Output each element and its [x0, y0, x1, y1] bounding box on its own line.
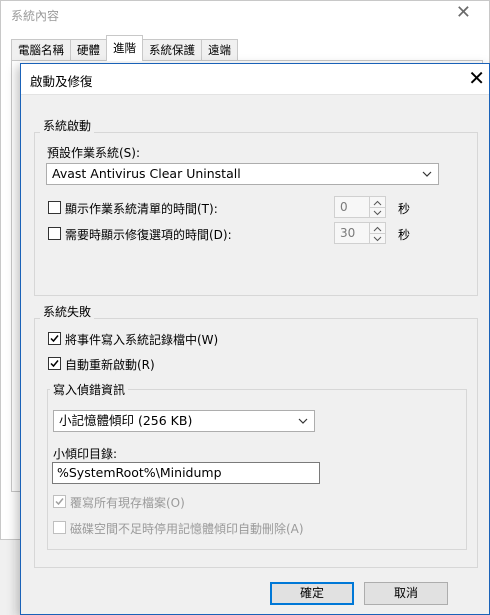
dump-dir-value: %SystemRoot%\Minidump: [57, 465, 222, 480]
spin-down-icon[interactable]: [370, 207, 385, 217]
tab-computer-name[interactable]: 電腦名稱: [11, 39, 71, 60]
show-os-list-label: 顯示作業系統清單的時間(T):: [65, 202, 218, 216]
close-icon[interactable]: ✕: [468, 67, 485, 89]
spin-down-icon[interactable]: [370, 233, 385, 243]
ok-button[interactable]: 確定: [270, 582, 354, 605]
disable-auto-delete-label: 磁碟空間不足時停用記憶體傾印自動刪除(A): [70, 522, 304, 536]
dump-dir-input[interactable]: %SystemRoot%\Minidump: [52, 462, 320, 484]
auto-restart-checkbox[interactable]: [48, 357, 61, 370]
write-event-label: 將事件寫入系統記錄檔中(W): [65, 333, 219, 347]
show-os-list-seconds-value: 0: [340, 200, 348, 214]
dialog-title: 啟動及修復: [30, 74, 93, 89]
chevron-down-icon: [420, 164, 434, 184]
show-os-list-seconds-spinner[interactable]: 0: [334, 196, 386, 218]
default-os-select[interactable]: Avast Antivirus Clear Uninstall: [46, 163, 439, 185]
checkmark-icon: [55, 498, 64, 506]
cancel-button[interactable]: 取消: [364, 582, 448, 605]
seconds-unit-label: 秒: [398, 228, 411, 242]
show-os-list-checkbox[interactable]: [48, 201, 61, 214]
tab-system-protection[interactable]: 系統保護: [142, 39, 202, 60]
system-failure-group-label: 系統失敗: [40, 303, 95, 320]
tab-advanced[interactable]: 進階: [106, 35, 143, 61]
overwrite-label: 覆寫所有現存檔案(O): [70, 496, 185, 510]
dialog-titlebar: 啟動及修復 ✕: [21, 64, 489, 95]
debug-info-group-label: 寫入偵錯資訊: [50, 381, 129, 398]
show-recovery-label: 需要時顯示修復選項的時間(D):: [65, 228, 232, 242]
overwrite-checkbox[interactable]: [53, 495, 66, 508]
dump-type-select[interactable]: 小記憶體傾印 (256 KB): [53, 410, 315, 432]
system-startup-group-label: 系統啟動: [40, 117, 95, 134]
default-os-value: Avast Antivirus Clear Uninstall: [52, 166, 241, 181]
tab-remote[interactable]: 遠端: [201, 39, 238, 60]
show-recovery-seconds-value: 30: [340, 226, 356, 240]
tab-hardware[interactable]: 硬體: [70, 39, 107, 60]
default-os-label: 預設作業系統(S):: [47, 146, 141, 160]
system-properties-tabs: 電腦名稱 硬體 進階 系統保護 遠端: [11, 35, 238, 61]
window-footer: [0, 540, 14, 615]
seconds-unit-label: 秒: [398, 202, 411, 216]
system-properties-title: 系統內容: [11, 9, 60, 23]
chevron-down-icon: [296, 411, 310, 431]
disable-auto-delete-checkbox[interactable]: [53, 521, 66, 534]
startup-recovery-dialog: 啟動及修復 ✕ 系統啟動 預設作業系統(S): Avast Antivirus …: [20, 63, 490, 615]
write-event-checkbox[interactable]: [48, 332, 61, 345]
checkmark-icon: [50, 360, 59, 368]
dump-type-value: 小記憶體傾印 (256 KB): [59, 413, 193, 428]
show-recovery-checkbox[interactable]: [48, 227, 61, 240]
auto-restart-label: 自動重新啟動(R): [65, 358, 155, 372]
show-recovery-seconds-spinner[interactable]: 30: [334, 222, 386, 244]
checkmark-icon: [50, 335, 59, 343]
dump-dir-label: 小傾印目錄:: [53, 447, 118, 461]
close-icon[interactable]: ✕: [456, 3, 471, 23]
